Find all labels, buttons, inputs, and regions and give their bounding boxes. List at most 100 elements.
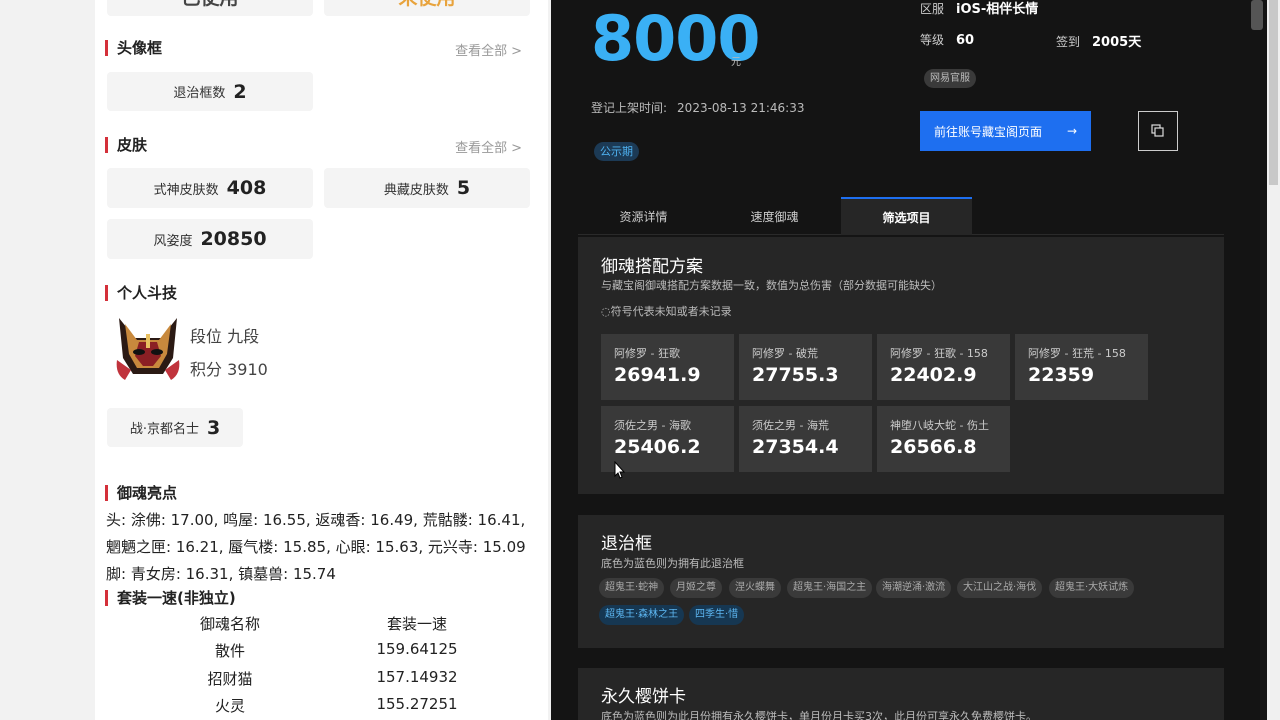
stat-label: 式神皮肤数: [153, 182, 219, 198]
rank-line: 段位 九段: [190, 323, 259, 347]
tab-speed-yuhun[interactable]: 速度御魂: [709, 197, 840, 235]
stat-label: 退治框数: [173, 86, 226, 101]
stat-pvp-title: 战·京都名士 3: [107, 408, 243, 447]
level-label: 等级: [920, 33, 945, 47]
highlight-line: 脚: 青女房: 16.31, 镇墓兽: 15.74: [106, 565, 336, 583]
plan-name: 阿修罗 - 狂歌: [614, 347, 680, 360]
tuizhi-chip-owned: 超鬼王·森林之王: [599, 605, 685, 625]
yuhun-plan-item: 阿修罗 - 狂歌 - 158 22402.9: [877, 334, 1010, 400]
chevron-right-icon: >: [511, 44, 522, 59]
yuhun-plan-item: 神堕八岐大蛇 - 伤土 26566.8: [877, 406, 1010, 472]
tuizhi-chip: 月姬之尊: [670, 578, 722, 598]
top-card-left: 已使用: [107, 0, 313, 16]
page-scrollbar-thumb[interactable]: [1269, 0, 1278, 185]
plan-value: 25406.2: [614, 436, 701, 458]
stat-label: 典藏皮肤数: [383, 182, 449, 198]
section-title-yuhun-highlights: 御魂亮点: [105, 485, 177, 501]
account-detail-right-panel: 8000 元 登记上架时间: 2023-08-13 21:46:33 公示期 区服…: [551, 0, 1280, 720]
stat-fengzi: 风姿度 20850: [107, 219, 313, 259]
stat-value: 2: [233, 80, 247, 103]
suit-speed: 157.14932: [376, 668, 458, 686]
mouse-cursor-icon: [614, 461, 626, 479]
sign-label: 签到: [1056, 35, 1081, 49]
suit-name: 散件: [214, 642, 245, 660]
suit-table-header: 御魂名称 套装一速: [95, 613, 548, 640]
server-label: 区服: [920, 2, 945, 16]
card-note: ◌符号代表未知或者未记录: [601, 305, 732, 318]
view-all-label: 查看全部: [455, 141, 508, 156]
plan-value: 27354.4: [752, 436, 839, 458]
status-badge: 公示期: [594, 142, 639, 161]
plan-name: 须佐之男 - 海歌: [614, 419, 691, 432]
suit-speed: 155.27251: [376, 695, 458, 713]
tuizhi-chip: 超鬼王·海国之主: [787, 578, 873, 598]
section-title-suit-speed: 套装一速(非独立): [105, 590, 236, 606]
stat-label: 战·京都名士: [129, 422, 199, 437]
table-row: 招财猫 157.14932: [95, 668, 548, 695]
yuhun-plan-card: 御魂搭配方案 与藏宝阁御魂搭配方案数据一致，数值为总伤害（部分数据可能缺失） ◌…: [578, 237, 1224, 494]
table-row: 散件 159.64125: [95, 640, 548, 667]
rank-label: 段位: [190, 327, 223, 346]
tuizhi-chip: 海潮逆涌·激流: [876, 578, 952, 598]
copy-icon: [1151, 124, 1164, 137]
tuizhi-chip: 大江山之战·海伐: [957, 578, 1043, 598]
table-row: 火灵 155.27251: [95, 695, 548, 720]
detail-tabs: 资源详情 速度御魂 筛选项目: [578, 197, 1224, 235]
stat-collection-skins: 典藏皮肤数 5: [324, 168, 530, 208]
section-title-pvp: 个人斗技: [105, 285, 177, 301]
tab-filter-items[interactable]: 筛选项目: [841, 197, 972, 235]
stat-value: 20850: [200, 228, 267, 250]
sign-info: 签到 2005天: [1056, 31, 1141, 50]
copy-button[interactable]: [1138, 111, 1178, 151]
section-title-skins: 皮肤: [105, 137, 147, 153]
register-time-value: 2023-08-13 21:46:33: [677, 101, 805, 115]
rank-mask-icon: [113, 316, 183, 382]
top-card-left-value: 已使用: [181, 0, 238, 10]
tuizhi-card: 退治框 底色为蓝色则为拥有此退治框 超鬼王·蛇神 月姬之尊 涅火蝶舞 超鬼王·海…: [578, 515, 1224, 648]
suit-name: 招财猫: [207, 670, 253, 688]
stat-label: 风姿度: [153, 233, 193, 249]
plan-name: 阿修罗 - 狂歌 - 158: [890, 347, 988, 360]
account-detail-left-panel: 已使用 未使用 头像框 查看全部> 退治框数 2 皮肤 查看全部> 式神皮肤数 …: [95, 0, 548, 720]
top-card-right: 未使用: [324, 0, 530, 16]
server-type-badge: 网易官服: [924, 69, 976, 88]
scrollbar-thumb[interactable]: [1251, 0, 1263, 30]
plan-value: 22359: [1028, 364, 1095, 386]
register-time: 登记上架时间: 2023-08-13 21:46:33: [591, 99, 805, 116]
score-line: 积分 3910: [190, 356, 268, 380]
stat-value: 408: [226, 177, 267, 199]
card-title: 御魂搭配方案: [601, 257, 703, 277]
stat-value: 3: [206, 416, 221, 439]
score-value: 3910: [227, 360, 268, 379]
plan-name: 阿修罗 - 狂荒 - 158: [1028, 347, 1126, 360]
skins-view-all-link[interactable]: 查看全部 >: [455, 137, 522, 156]
card-description: 与藏宝阁御魂搭配方案数据一致，数值为总伤害（部分数据可能缺失）: [601, 279, 942, 292]
yuhun-plan-item: 须佐之男 - 海荒 27354.4: [739, 406, 872, 472]
card-title: 永久樱饼卡: [601, 687, 686, 707]
stat-value: 5: [456, 177, 471, 199]
tuizhi-chip-owned: 四季生·惜: [689, 605, 745, 625]
chevron-right-icon: >: [511, 141, 522, 156]
arrow-right-icon: →: [1066, 124, 1077, 138]
suit-name: 火灵: [214, 697, 245, 715]
plan-name: 须佐之男 - 海荒: [752, 419, 829, 432]
plan-name: 神堕八岐大蛇 - 伤土: [890, 419, 989, 432]
goto-cbg-button[interactable]: 前往账号藏宝阁页面 →: [920, 111, 1091, 151]
tuizhi-chip: 超鬼王·大妖试炼: [1049, 578, 1135, 598]
avatar-frame-view-all-link[interactable]: 查看全部 >: [455, 40, 522, 59]
top-card-right-value: 未使用: [398, 0, 455, 10]
plan-value: 27755.3: [752, 364, 839, 386]
highlight-line: 头: 涂佛: 17.00, 鸣屋: 16.55, 返魂香: 16.49, 荒骷髅…: [106, 511, 526, 529]
tab-resources[interactable]: 资源详情: [578, 197, 709, 235]
header-cell: 御魂名称: [199, 615, 260, 633]
score-label: 积分: [190, 360, 223, 379]
card-description: 底色为蓝色则为此月份拥有永久樱饼卡，单月份月卡买3次，此月份可享永久免费樱饼卡。: [601, 710, 1037, 720]
card-title: 退治框: [601, 534, 652, 554]
plan-value: 26941.9: [614, 364, 701, 386]
tuizhi-chip: 涅火蝶舞: [729, 578, 781, 598]
level-value: 60: [956, 33, 975, 48]
yuhun-plan-item: 阿修罗 - 破荒 27755.3: [739, 334, 872, 400]
sakura-card: 永久樱饼卡 底色为蓝色则为此月份拥有永久樱饼卡，单月份月卡买3次，此月份可享永久…: [578, 668, 1224, 720]
level-info: 等级 60: [920, 31, 974, 48]
stat-shishen-skins: 式神皮肤数 408: [107, 168, 313, 208]
